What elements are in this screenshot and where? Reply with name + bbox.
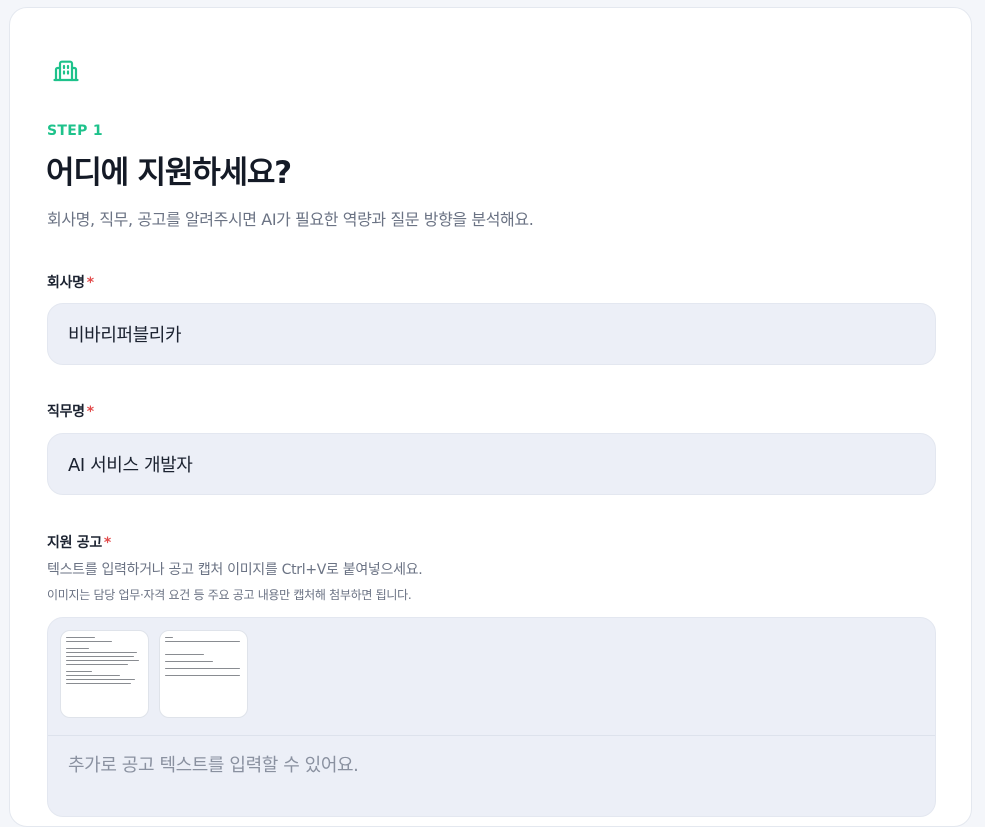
job-title-label-text: 직무명 [47, 404, 85, 420]
attachment-thumbnail-1[interactable] [60, 630, 149, 718]
required-mark: * [103, 535, 111, 551]
job-posting-label-text: 지원 공고 [47, 535, 102, 551]
company-name-value: 비바리퍼블리카 [68, 325, 182, 346]
page-title: 어디에 지원하세요? [46, 155, 292, 191]
company-name-input[interactable]: 비바리퍼블리카 [47, 303, 936, 365]
job-posting-hint: 텍스트를 입력하거나 공고 캡처 이미지를 Ctrl+V로 붙여넣으세요. [47, 562, 423, 578]
step-indicator: STEP 1 [47, 123, 103, 139]
job-posting-box[interactable]: 추가로 공고 텍스트를 입력할 수 있어요. [47, 617, 936, 817]
attachment-thumbnail-2[interactable] [159, 630, 248, 718]
job-title-label: 직무명 * [47, 401, 94, 421]
attachment-divider [48, 735, 935, 736]
job-title-input[interactable]: AI 서비스 개발자 [47, 433, 936, 495]
job-posting-label: 지원 공고 * [47, 532, 111, 552]
job-posting-sub-hint: 이미지는 담당 업무·자격 요건 등 주요 공고 내용만 캡처해 첨부하면 됩니… [47, 588, 412, 602]
required-mark: * [86, 275, 94, 291]
company-name-label-text: 회사명 [47, 275, 85, 291]
form-card: STEP 1 어디에 지원하세요? 회사명, 직무, 공고를 알려주시면 AI가… [9, 7, 972, 827]
building-icon [51, 55, 81, 85]
job-posting-textarea-placeholder[interactable]: 추가로 공고 텍스트를 입력할 수 있어요. [68, 751, 359, 777]
attachment-list [60, 630, 248, 718]
required-mark: * [86, 404, 94, 420]
job-title-value: AI 서비스 개발자 [68, 455, 193, 476]
company-name-label: 회사명 * [47, 272, 94, 292]
page-subtitle: 회사명, 직무, 공고를 알려주시면 AI가 필요한 역량과 질문 방향을 분석… [47, 210, 534, 229]
